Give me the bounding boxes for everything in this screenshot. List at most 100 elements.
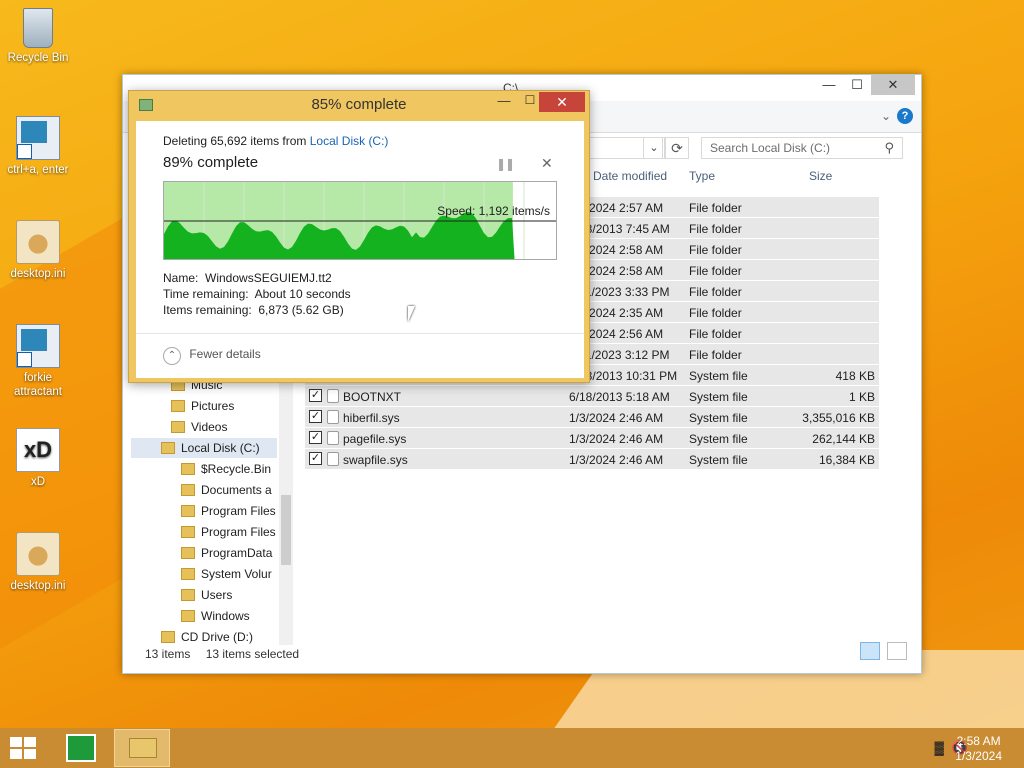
- nav-item[interactable]: Documents a: [131, 480, 277, 500]
- column-type[interactable]: Type: [689, 169, 715, 191]
- nav-item[interactable]: Windows: [131, 606, 277, 626]
- items-label: Items remaining:: [163, 303, 252, 317]
- nav-item[interactable]: Local Disk (C:): [131, 438, 277, 458]
- navigation-pane: Music Pictures Videos Local Disk (C:) $Recyc…: [131, 375, 293, 647]
- clock-date: 1/3/2024: [955, 749, 1002, 763]
- cancel-icon[interactable]: ✕: [541, 155, 553, 172]
- name-value: WindowsSEGUIEMJ.tt2: [205, 271, 332, 285]
- taskbar-file-explorer-icon[interactable]: [114, 729, 170, 767]
- file-type: File folder: [689, 306, 742, 320]
- file-type: File folder: [689, 348, 742, 362]
- file-type: System file: [689, 369, 748, 383]
- details-view-icon[interactable]: [859, 642, 880, 660]
- nav-item[interactable]: ProgramData: [131, 543, 277, 563]
- desktop-icon-recycle-bin[interactable]: Recycle Bin: [0, 8, 76, 65]
- large-icons-view-icon[interactable]: [887, 642, 907, 660]
- checkbox[interactable]: ✓: [309, 389, 322, 402]
- file-size: 262,144 KB: [812, 432, 875, 446]
- nav-item[interactable]: CD Drive (D:): [131, 627, 277, 647]
- dialog-divider: [136, 333, 584, 334]
- speed-graph: Speed: 1,192 items/s: [163, 181, 557, 260]
- file-name: BOOTNXT: [343, 390, 402, 404]
- minimize-button[interactable]: —: [815, 75, 843, 95]
- fewer-details-label: Fewer details: [189, 347, 261, 361]
- dialog-minimize-button[interactable]: —: [491, 93, 517, 111]
- nav-scroll-thumb[interactable]: [281, 495, 291, 565]
- dialog-body: Deleting 65,692 items from Local Disk (C…: [136, 121, 584, 378]
- ribbon-expand-icon[interactable]: ⌄: [881, 109, 891, 123]
- table-row[interactable]: ✓ swapfile.sys 1/3/2024 2:46 AM System file…: [305, 449, 879, 470]
- nav-item-label: Program Files: [201, 525, 276, 539]
- file-type: System file: [689, 432, 748, 446]
- percent-complete: 89% complete: [163, 154, 259, 171]
- desktop-icon-xd[interactable]: xD xD: [0, 428, 76, 489]
- items-value: 6,873 (5.62 GB): [258, 303, 344, 317]
- checkbox[interactable]: ✓: [309, 410, 322, 423]
- address-dropdown-icon[interactable]: ⌄: [643, 137, 665, 159]
- info-name: Name: WindowsSEGUIEMJ.tt2: [163, 271, 332, 285]
- file-size: 418 KB: [835, 369, 875, 383]
- desktop-icon-label: Recycle Bin: [7, 52, 69, 64]
- dialog-close-button[interactable]: ✕: [539, 92, 585, 112]
- taskbar: ▓ 🔇 2:58 AM 1/3/2024: [0, 728, 1024, 768]
- file-date: 1/3/2024 2:46 AM: [569, 432, 664, 446]
- folder-icon: [181, 547, 195, 559]
- nav-item[interactable]: System Volur: [131, 564, 277, 584]
- name-label: Name:: [163, 271, 199, 285]
- nav-item-label: CD Drive (D:): [181, 630, 253, 644]
- speed-label: Speed: 1,192 items/s: [437, 204, 550, 218]
- table-row[interactable]: ✓ BOOTNXT 6/18/2013 5:18 AM System file 1 KB: [305, 386, 879, 407]
- file-type: File folder: [689, 222, 742, 236]
- search-input[interactable]: Search Local Disk (C:) ⚲: [701, 137, 903, 159]
- local-disk-link[interactable]: Local Disk (C:): [310, 134, 389, 148]
- desktop-icon-label: desktop.ini: [10, 580, 66, 592]
- status-selected-count: 13 items selected: [205, 647, 300, 661]
- column-size[interactable]: Size: [809, 169, 832, 191]
- checkbox[interactable]: ✓: [309, 431, 322, 444]
- nav-item[interactable]: Pictures: [131, 396, 277, 416]
- folder-icon: [181, 484, 195, 496]
- nav-item[interactable]: Videos: [131, 417, 277, 437]
- folder-icon: [181, 526, 195, 538]
- time-value: About 10 seconds: [254, 287, 351, 301]
- store-icon[interactable]: [66, 734, 96, 762]
- file-size: 16,384 KB: [818, 453, 875, 467]
- xd-shortcut-icon: xD: [16, 428, 60, 472]
- folder-icon: [181, 610, 195, 622]
- status-bar: 13 items 13 items selected: [145, 647, 299, 661]
- delete-progress-dialog: 85% complete — ☐ ✕ Deleting 65,692 items…: [128, 90, 590, 383]
- file-type: File folder: [689, 243, 742, 257]
- network-icon[interactable]: ▓: [935, 740, 944, 755]
- nav-item-label: Pictures: [191, 399, 235, 413]
- help-icon[interactable]: ?: [897, 108, 913, 124]
- table-row[interactable]: ✓ pagefile.sys 1/3/2024 2:46 AM System file…: [305, 428, 879, 449]
- file-type: File folder: [689, 264, 742, 278]
- nav-item[interactable]: $Recycle.Bin: [131, 459, 277, 479]
- refresh-icon[interactable]: ⟳: [665, 137, 689, 159]
- nav-item[interactable]: Program Files: [131, 522, 277, 542]
- nav-item[interactable]: Program Files: [131, 501, 277, 521]
- desktop-icon-desktop-ini[interactable]: desktop.ini: [0, 220, 76, 281]
- nav-scrollbar[interactable]: [279, 375, 293, 645]
- nav-item-label: Program Files: [201, 504, 276, 518]
- pause-icon[interactable]: ❚❚: [496, 157, 515, 171]
- maximize-button[interactable]: ☐: [843, 75, 871, 95]
- checkbox[interactable]: ✓: [309, 452, 322, 465]
- system-file-icon: [327, 452, 339, 466]
- folder-icon: [171, 400, 185, 412]
- nav-item[interactable]: Users: [131, 585, 277, 605]
- column-date-modified[interactable]: Date modified: [593, 169, 667, 191]
- table-row[interactable]: ✓ hiberfil.sys 1/3/2024 2:46 AM System file…: [305, 407, 879, 428]
- status-item-count: 13 items: [145, 647, 191, 661]
- deleting-summary: Deleting 65,692 items from Local Disk (C…: [163, 134, 388, 148]
- start-button[interactable]: [10, 737, 38, 761]
- clock[interactable]: 2:58 AM 1/3/2024: [955, 734, 1002, 764]
- fewer-details-button[interactable]: ⌃ Fewer details: [163, 347, 261, 365]
- close-button[interactable]: ✕: [871, 75, 915, 95]
- desktop-icon-ctrl-a-enter[interactable]: ctrl+a, enter: [0, 116, 76, 177]
- speed-graph-svg: [164, 182, 556, 259]
- desktop-icon-forkie-attractant[interactable]: forkie attractant: [0, 324, 76, 399]
- nav-item-label: Documents a: [201, 483, 272, 497]
- desktop-icon-desktop-ini-2[interactable]: desktop.ini: [0, 532, 76, 593]
- shortcut-icon: [16, 324, 60, 368]
